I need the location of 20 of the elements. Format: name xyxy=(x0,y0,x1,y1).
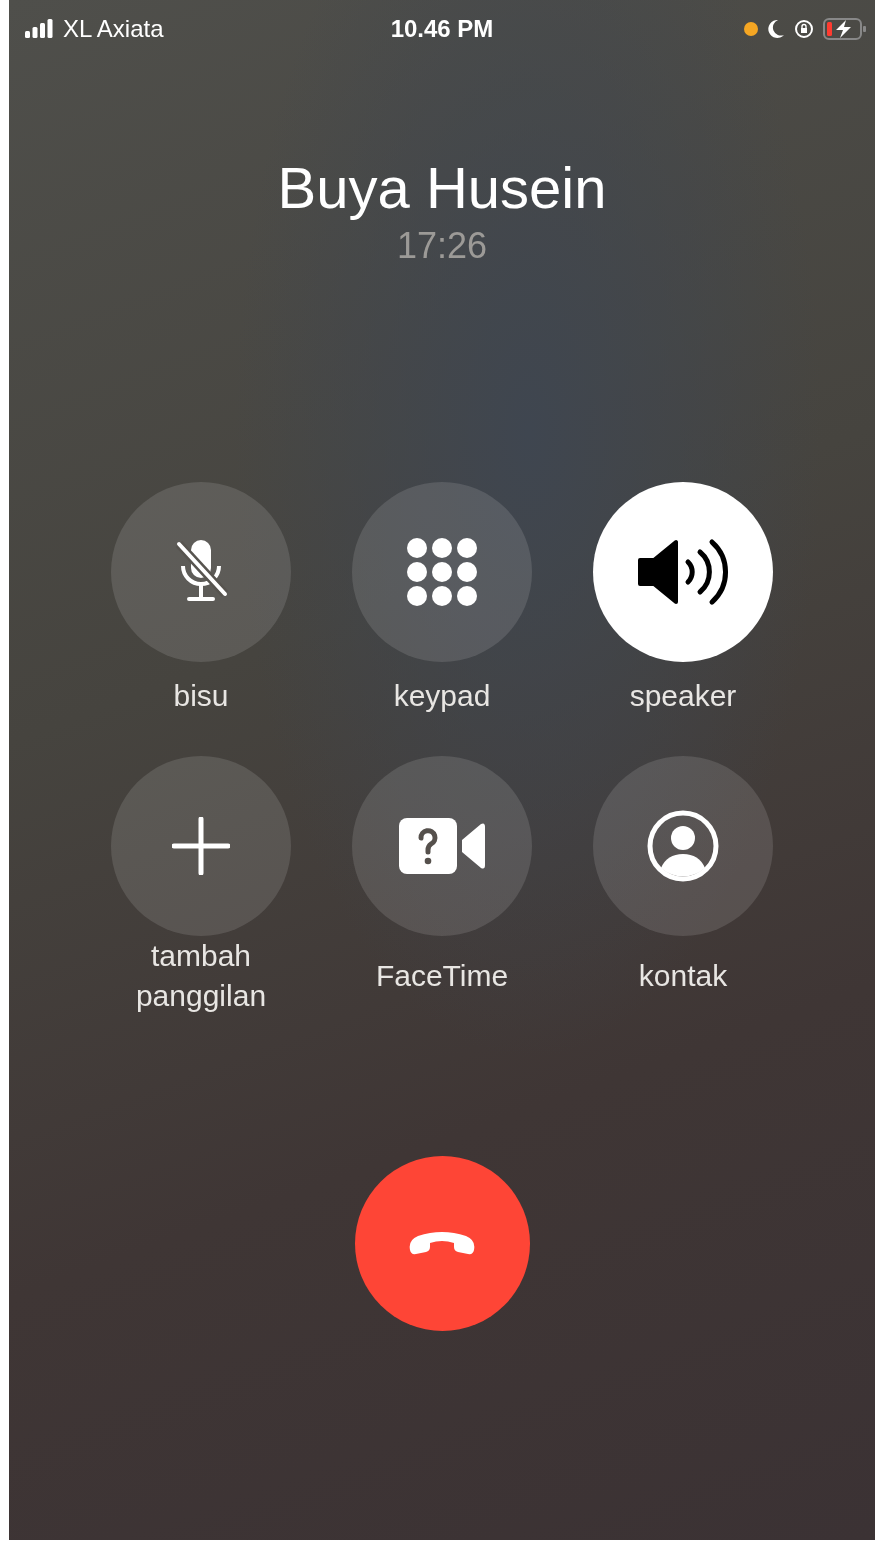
keypad-icon xyxy=(406,538,478,606)
battery-charging-icon xyxy=(823,18,867,40)
control-label: keypad xyxy=(392,678,492,714)
carrier-name: XL Axiata xyxy=(63,15,164,43)
control-label: tambah panggilan xyxy=(134,938,268,1014)
plus-icon xyxy=(172,817,230,875)
control-label: kontak xyxy=(637,958,729,994)
control-label: FaceTime xyxy=(374,958,510,994)
signal-icon xyxy=(25,19,55,39)
dot-icon xyxy=(744,22,758,36)
control-label: bisu xyxy=(172,678,230,714)
call-duration: 17:26 xyxy=(396,225,488,267)
caller-name: Buya Husein xyxy=(277,154,607,222)
speaker-icon xyxy=(636,536,730,608)
moon-icon xyxy=(767,19,785,39)
control-label: speaker xyxy=(628,678,738,714)
rotation-lock-icon xyxy=(794,19,814,39)
person-circle-icon xyxy=(647,810,719,882)
video-camera-icon xyxy=(399,818,485,874)
status-time: 10.46 PM xyxy=(390,15,494,43)
